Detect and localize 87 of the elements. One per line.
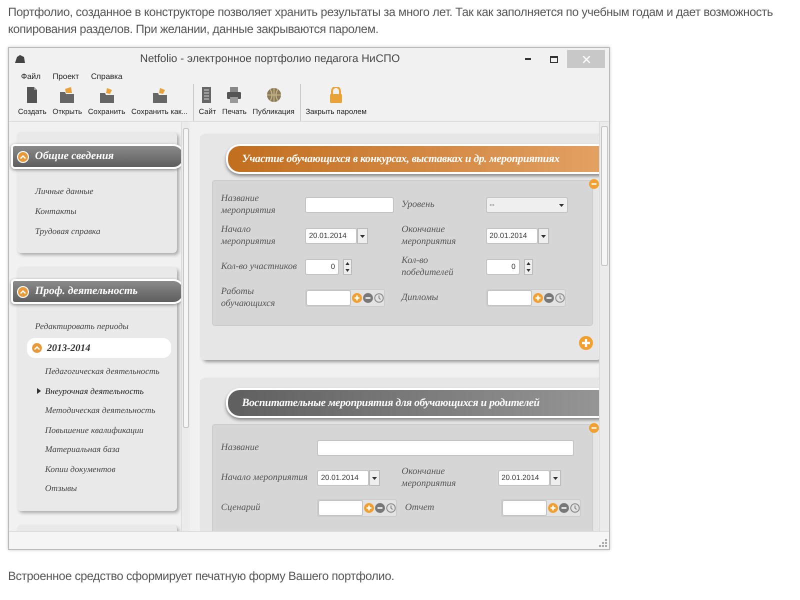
dropdown-button[interactable]: [538, 228, 548, 244]
field-label: Окончание мероприятия: [402, 224, 457, 248]
caption-text: Встроенное средство сформирует печатную форму Вашего портфолио.: [8, 568, 394, 585]
period-label: 2013-2014: [47, 342, 90, 356]
field-label: Начало мероприятия: [221, 472, 309, 484]
app-icon: [15, 55, 25, 63]
collapse-button[interactable]: [589, 423, 599, 433]
sidebar-item[interactable]: Повышение квалификации: [45, 420, 144, 440]
input-field[interactable]: [502, 500, 547, 516]
remove-button[interactable]: [375, 503, 385, 513]
caret-icon: [540, 234, 546, 238]
field-label: Сценарий: [221, 502, 262, 514]
field-label: Начало мероприятия: [221, 224, 276, 248]
resize-grip-icon: [599, 539, 607, 547]
sidebar-item[interactable]: Материальная база: [45, 440, 120, 460]
dropdown-button[interactable]: [369, 470, 380, 486]
caret-icon: [360, 234, 365, 238]
folder-icon: [60, 86, 74, 103]
field-label: Название мероприятия: [221, 193, 276, 217]
section-title: Проф. деятельность: [35, 284, 138, 300]
caret-icon: [372, 476, 377, 480]
remove-button[interactable]: [544, 293, 554, 303]
maximize-icon: [550, 56, 558, 62]
scrollbar[interactable]: [599, 122, 609, 531]
period-row[interactable]: 2013-2014: [27, 338, 171, 358]
input-field[interactable]: [486, 290, 532, 306]
collapse-icon[interactable]: [31, 342, 43, 354]
field-label: Работы обучающихся: [221, 286, 276, 310]
undo-button[interactable]: [554, 293, 564, 303]
intro-text: Портфолио, созданное в конструкторе позволяет хранить результаты за много лет. Так как заполняется по учебным годам и дает возможность копирования разделов. При желании, данные закрываются паролем.: [8, 4, 774, 38]
panel-title: Участие обучающихся в конкурсах, выставках и др. мероприятиях: [242, 152, 560, 167]
minimize-icon: [525, 58, 531, 60]
section-header[interactable]: Общие сведения: [11, 144, 181, 169]
sidebar-item[interactable]: Педагогическая деятельность: [45, 362, 160, 382]
field-label: Кол-во участников: [221, 261, 298, 273]
sidebar-item[interactable]: Отзывы: [45, 479, 77, 498]
input-field[interactable]: [306, 290, 351, 306]
window-title: Netfolio - электронное портфолио педагога НиСПО: [139, 52, 401, 67]
section-header[interactable]: Проф. деятельность: [11, 279, 181, 304]
add-button[interactable]: [548, 503, 558, 513]
caret-icon: [558, 204, 564, 206]
scrollbar[interactable]: [181, 122, 190, 531]
add-button[interactable]: [364, 503, 374, 513]
collapse-icon[interactable]: [17, 286, 29, 298]
field-label: Отчет: [405, 502, 436, 514]
sidebar-item[interactable]: Трудовая справка: [35, 221, 100, 241]
sidebar-item[interactable]: Внеурочная деятельность: [45, 382, 144, 401]
collapse-icon[interactable]: [17, 150, 29, 162]
sidebar-item[interactable]: Редактировать периоды: [35, 316, 129, 336]
field-label: Дипломы: [402, 292, 440, 304]
add-button[interactable]: [532, 293, 542, 303]
document-icon: [25, 86, 40, 103]
undo-button[interactable]: [374, 293, 384, 303]
menu-item[interactable]: Справка: [91, 71, 122, 83]
sidebar-item[interactable]: Методическая деятельность: [45, 401, 156, 420]
menu-item[interactable]: Проект: [52, 71, 80, 83]
folder-icon: [152, 86, 167, 103]
add-button[interactable]: [579, 336, 593, 350]
printer-icon: [227, 86, 242, 103]
input-field[interactable]: [318, 500, 363, 516]
dropdown-button[interactable]: [550, 470, 560, 486]
field-label: Уровень: [402, 199, 436, 211]
field-label: Кол-во победителей: [402, 255, 454, 279]
add-button[interactable]: [352, 293, 362, 303]
remove-button[interactable]: [559, 503, 569, 513]
dropdown-button[interactable]: [357, 228, 368, 244]
input-field[interactable]: [305, 197, 394, 213]
close-icon: [582, 56, 590, 62]
field-label: Название: [221, 442, 260, 454]
section-title: Общие сведения: [35, 149, 114, 164]
remove-button[interactable]: [363, 293, 373, 303]
undo-button[interactable]: [570, 503, 580, 513]
spin-buttons[interactable]: [524, 259, 532, 275]
spin-buttons[interactable]: [343, 259, 352, 275]
input-field[interactable]: [317, 440, 574, 456]
sidebar-item[interactable]: Контакты: [35, 201, 76, 221]
sidebar-item[interactable]: Копии документов: [45, 460, 116, 479]
folder-icon: [100, 86, 114, 103]
globe-icon: [266, 86, 281, 103]
menu-item[interactable]: Файл: [21, 71, 41, 83]
sidebar-item[interactable]: Личные данные: [35, 181, 94, 201]
undo-button[interactable]: [386, 503, 396, 513]
field-label: Окончание мероприятия: [402, 466, 457, 490]
panel-title: Воспитательные мероприятия для обучающихся и родителей: [242, 396, 540, 411]
lock-icon: [329, 86, 344, 103]
collapse-button[interactable]: [589, 179, 599, 189]
caret-icon: [552, 476, 558, 480]
